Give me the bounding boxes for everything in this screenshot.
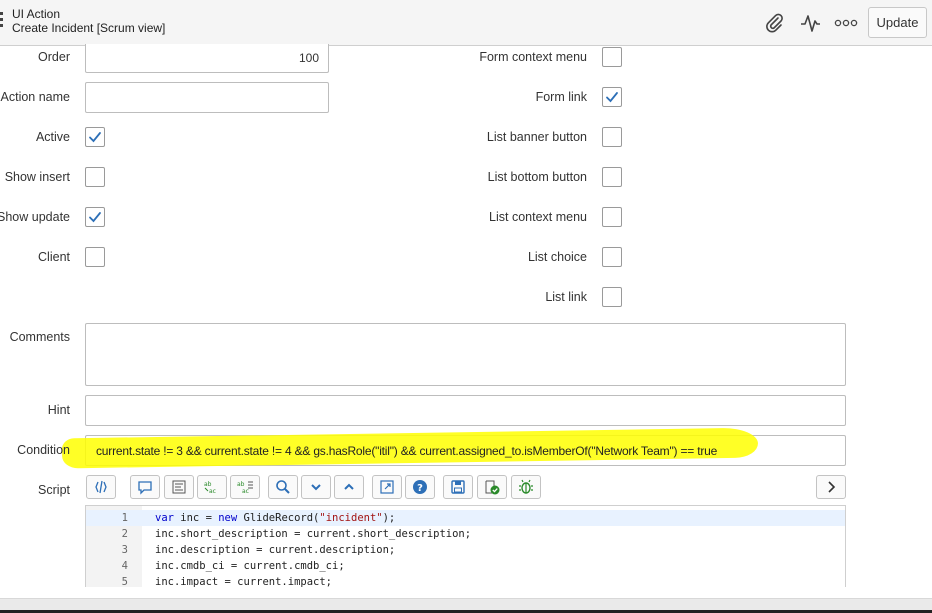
debug-icon[interactable] [511,475,541,499]
code-line[interactable]: 3 inc.description = current.description; [86,542,845,558]
fullscreen-icon[interactable] [372,475,402,499]
script-label: Script [38,483,70,497]
svg-text:ab: ab [204,481,212,488]
format-code-icon[interactable] [164,475,194,499]
list-bottom-button-label: List bottom button [487,170,587,184]
action-name-label: Action name [0,90,70,104]
chevron-right-icon[interactable] [816,475,846,499]
list-choice-checkbox[interactable] [602,247,622,267]
svg-text:ac: ac [242,488,249,495]
help-icon[interactable]: ? [405,475,435,499]
show-insert-label: Show insert [4,170,70,184]
replace-all-icon[interactable]: ab ac [230,475,260,499]
condition-value: current.state != 3 && current.state != 4… [96,444,718,458]
action-name-input[interactable] [85,82,329,113]
list-link-label: List link [545,290,587,304]
order-input[interactable]: 100 [85,44,329,73]
code-text: inc.cmdb_ci = current.cmdb_ci; [155,560,345,572]
code-line[interactable]: 4 inc.cmdb_ci = current.cmdb_ci; [86,558,845,574]
show-update-label: Show update [0,210,70,224]
show-insert-checkbox[interactable] [85,167,105,187]
script-check-icon[interactable] [477,475,507,499]
checkmark-icon [89,132,101,143]
record-type-title: UI Action [12,7,61,21]
code-text: inc.impact = current.impact; [155,576,333,587]
expand-icon[interactable] [334,475,364,499]
order-label: Order [38,50,70,64]
activity-icon[interactable] [798,11,822,35]
collapse-icon[interactable] [301,475,331,499]
code-text: inc.description = current.description; [155,544,396,556]
search-icon[interactable] [268,475,298,499]
save-icon[interactable] [443,475,473,499]
replace-icon[interactable]: ab ac [197,475,227,499]
svg-text:ab: ab [237,481,245,488]
line-number: 1 [121,512,128,524]
line-number: 5 [121,576,128,587]
form-context-menu-label: Form context menu [479,50,587,64]
form-link-label: Form link [535,90,587,104]
order-value: 100 [298,51,319,65]
code-string: "incident" [319,512,383,524]
line-number: 2 [121,528,128,540]
checkmark-icon [89,212,101,223]
code-line[interactable]: 1 var inc = new GlideRecord("incident"); [86,510,845,526]
comments-textarea[interactable] [85,323,846,386]
list-choice-label: List choice [527,250,587,264]
form-header: UI Action Create Incident [Scrum view] U… [0,0,932,46]
form-context-menu-checkbox[interactable] [602,47,622,67]
svg-text:?: ? [417,483,423,494]
menu-icon[interactable] [0,12,4,32]
line-number: 4 [121,560,128,572]
comment-icon[interactable] [130,475,160,499]
active-label: Active [35,130,70,144]
form-link-checkbox[interactable] [602,87,622,107]
code-text: inc.short_description = current.short_de… [155,528,472,540]
condition-label: Condition [17,443,70,457]
comments-label: Comments [9,330,70,344]
code-text: var inc = new GlideRecord("incident"); [155,512,396,524]
checkmark-icon [606,92,618,103]
list-banner-button-checkbox[interactable] [602,127,622,147]
show-update-checkbox[interactable] [85,207,105,227]
list-link-checkbox[interactable] [602,287,622,307]
record-name-subtitle: Create Incident [Scrum view] [12,21,166,35]
active-checkbox[interactable] [85,127,105,147]
list-bottom-button-checkbox[interactable] [602,167,622,187]
hint-input[interactable] [85,395,846,426]
client-label: Client [38,250,70,264]
script-editor[interactable]: 1 var inc = new GlideRecord("incident");… [85,505,846,587]
code-line[interactable]: 2 inc.short_description = current.short_… [86,526,845,542]
list-context-menu-label: List context menu [489,210,587,224]
code-line[interactable]: 5 inc.impact = current.impact; [86,574,845,587]
line-number: 3 [121,544,128,556]
list-banner-button-label: List banner button [486,130,587,144]
svg-text:ac: ac [209,488,216,495]
hint-label: Hint [47,403,70,417]
list-context-menu-checkbox[interactable] [602,207,622,227]
paperclip-icon[interactable] [762,11,786,35]
update-button[interactable]: Update [868,7,927,38]
more-options-icon[interactable] [834,11,858,35]
toggle-syntax-icon[interactable] [86,475,116,499]
client-checkbox[interactable] [85,247,105,267]
